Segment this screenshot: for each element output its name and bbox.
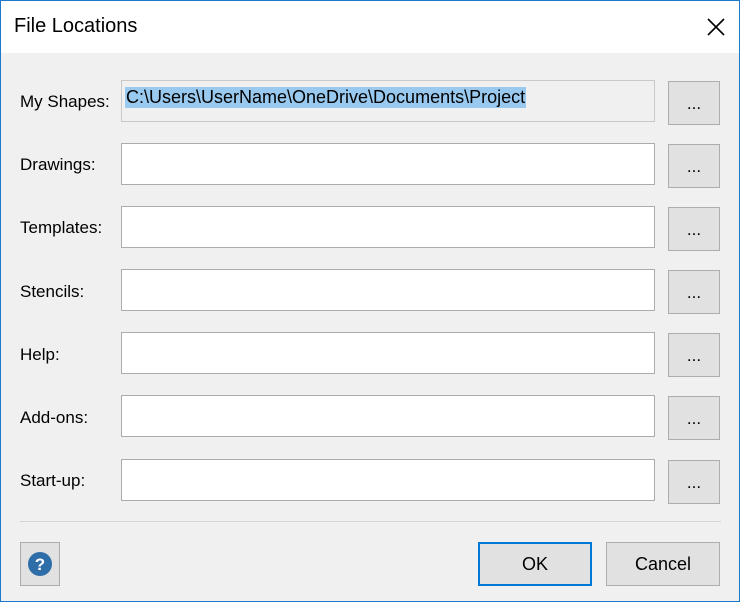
start-up-browse-button[interactable]: ... [668,460,720,504]
svg-text:?: ? [35,555,45,574]
stencils-label: Stencils: [20,282,85,301]
templates-path-field[interactable] [121,206,655,248]
add-ons-path-field[interactable] [121,395,655,437]
help-browse-button[interactable]: ... [668,333,720,377]
my-shapes-path-field[interactable]: C:\Users\UserName\OneDrive\Documents\Pro… [121,80,655,122]
title-bar: File Locations [1,1,739,53]
drawings-label: Drawings: [20,155,96,174]
ok-button[interactable]: OK [478,542,592,586]
my-shapes-label: My Shapes: [20,92,110,111]
drawings-path-field[interactable] [121,143,655,185]
question-icon: ? [28,552,52,576]
start-up-label: Start-up: [20,471,86,490]
close-button[interactable] [693,1,739,53]
help-path-field[interactable] [121,332,655,374]
help-label: Help: [20,345,60,364]
drawings-browse-button[interactable]: ... [668,144,720,188]
stencils-path-field[interactable] [121,269,655,311]
my-shapes-path-value: C:\Users\UserName\OneDrive\Documents\Pro… [125,87,527,108]
my-shapes-browse-button[interactable]: ... [668,81,720,125]
templates-browse-button[interactable]: ... [668,207,720,251]
footer-divider [20,521,721,522]
templates-label: Templates: [20,218,103,237]
stencils-browse-button[interactable]: ... [668,270,720,314]
cancel-button[interactable]: Cancel [606,542,720,586]
dialog-title: File Locations [14,15,138,37]
help-button[interactable]: ? [20,542,60,586]
start-up-path-field[interactable] [121,459,655,501]
file-locations-dialog: File Locations My Shapes: C:\Users\UserN… [0,0,740,602]
add-ons-browse-button[interactable]: ... [668,396,720,440]
close-icon [707,18,725,36]
add-ons-label: Add-ons: [20,408,89,427]
